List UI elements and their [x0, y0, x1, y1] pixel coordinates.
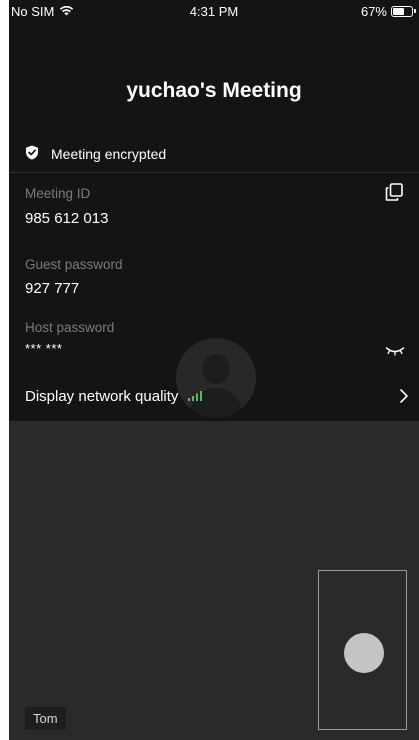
meeting-screen: No SIM 4:31 PM 67% yuchao's Meeting Meet… — [9, 0, 419, 740]
copy-icon[interactable] — [385, 183, 403, 201]
self-avatar — [344, 633, 384, 673]
encryption-status: Meeting encrypted — [25, 145, 166, 163]
guest-password-label: Guest password — [25, 257, 123, 272]
battery-percent: 67% — [360, 4, 387, 19]
self-video-tile[interactable] — [318, 570, 407, 730]
network-quality-label: Display network quality — [25, 388, 179, 405]
chevron-right-icon[interactable] — [399, 388, 409, 404]
participant-avatar-placeholder — [176, 338, 256, 418]
status-bar: No SIM 4:31 PM 67% — [9, 0, 419, 24]
guest-password-value: 927 777 — [25, 280, 80, 297]
battery-icon — [391, 6, 416, 17]
encryption-label: Meeting encrypted — [51, 146, 167, 162]
status-right: 67% — [360, 4, 416, 19]
meeting-title: yuchao's Meeting — [126, 79, 302, 102]
meeting-info-panel: No SIM 4:31 PM 67% yuchao's Meeting Meet… — [9, 0, 419, 421]
host-password-value: *** *** — [25, 341, 63, 356]
host-password-label: Host password — [25, 320, 115, 335]
status-time: 4:31 PM — [189, 4, 239, 19]
signal-bars-icon — [188, 388, 203, 405]
meeting-id-label: Meeting ID — [25, 186, 91, 201]
divider — [9, 172, 419, 173]
network-quality-row[interactable]: Display network quality — [25, 388, 203, 405]
shield-check-icon — [25, 145, 39, 163]
battery-fill — [393, 8, 405, 15]
battery-nub — [414, 9, 416, 13]
eye-closed-icon[interactable] — [385, 343, 405, 356]
meeting-id-value[interactable]: 985 612 013 — [25, 210, 108, 227]
avatar-head — [202, 354, 230, 384]
participant-name-tag: Tom — [25, 707, 66, 730]
